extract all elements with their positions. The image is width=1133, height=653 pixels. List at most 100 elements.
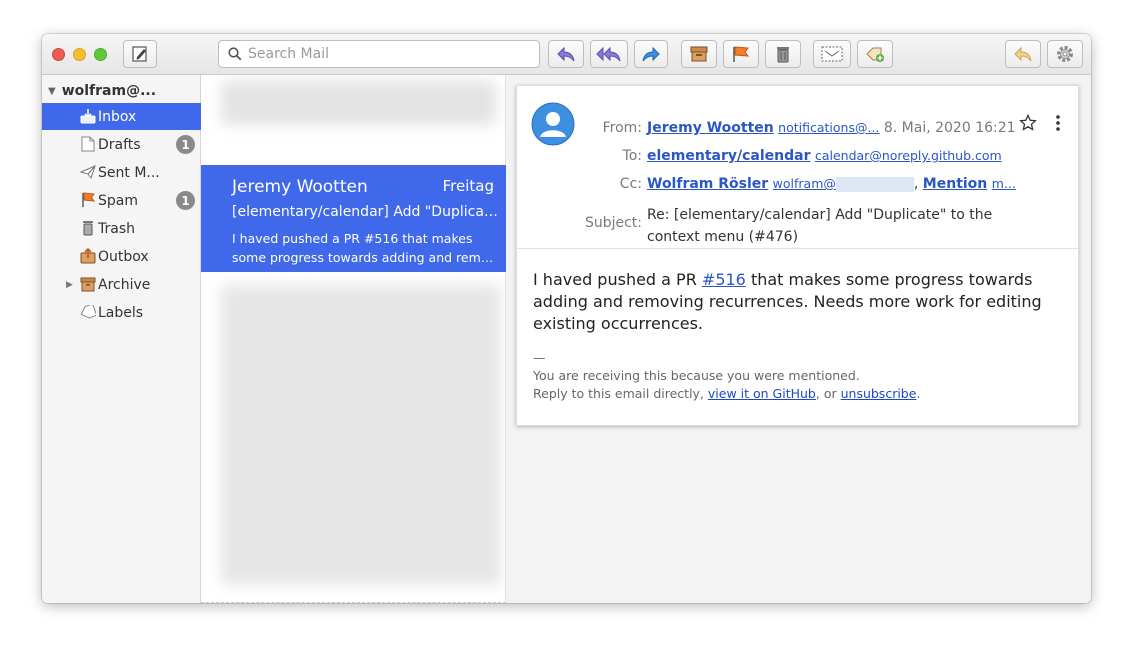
junk-button[interactable] — [723, 40, 759, 68]
settings-icon — [1057, 46, 1073, 62]
header-divider — [517, 248, 1078, 249]
view-on-github-link[interactable]: view it on GitHub — [708, 386, 816, 401]
conversation-date: Freitag — [442, 177, 494, 195]
to-label: To: — [622, 148, 642, 164]
folder-trash[interactable]: Trash — [42, 215, 201, 242]
folder-sent[interactable]: Sent M... — [42, 159, 201, 186]
cc-field: Wolfram Rösler wolfram@, Mention m... — [647, 176, 1016, 192]
preview-line: I haved pushed a PR #516 that makes — [232, 231, 473, 246]
more-options-icon[interactable] — [1053, 114, 1063, 132]
minimize-window-button[interactable] — [73, 48, 86, 61]
unsubscribe-link[interactable]: unsubscribe — [841, 386, 917, 401]
folder-label: Drafts — [98, 136, 141, 153]
sent-plane-icon — [80, 164, 96, 180]
sender-name-link[interactable]: Jeremy Wootten — [647, 120, 774, 136]
star-icon[interactable] — [1019, 114, 1037, 132]
subject-line: Re: [elementary/calendar] Add "Duplicate… — [647, 207, 993, 223]
to-field: elementary/calendar calendar@noreply.git… — [647, 148, 1002, 164]
add-label-button[interactable] — [857, 40, 893, 68]
spam-flag-icon — [80, 192, 96, 208]
conversation-list[interactable]: Jeremy Wootten Freitag [elementary/calen… — [201, 75, 506, 603]
outbox-icon — [80, 248, 96, 264]
cc-separator: , — [913, 176, 919, 192]
recipient-address-link[interactable]: calendar@noreply.github.com — [815, 148, 1002, 163]
forward-button[interactable] — [634, 40, 668, 68]
trash-icon — [80, 220, 96, 236]
compose-button[interactable] — [123, 40, 157, 68]
signature-text: , or — [815, 386, 841, 401]
signature-line: You are receiving this because you were … — [533, 368, 860, 383]
pr-link[interactable]: #516 — [702, 270, 746, 289]
draft-document-icon — [80, 136, 96, 152]
folder-drafts[interactable]: Drafts 1 — [42, 131, 201, 158]
folder-inbox[interactable]: Inbox — [42, 103, 201, 130]
reply-button[interactable] — [548, 40, 584, 68]
cc-label: Cc: — [619, 176, 642, 192]
reply-all-button[interactable] — [590, 40, 628, 68]
list-end-divider — [201, 602, 506, 603]
folder-labels[interactable]: Labels — [42, 299, 201, 326]
unread-count-badge: 1 — [176, 135, 195, 154]
move-button[interactable] — [813, 40, 851, 68]
conversation-sender: Jeremy Wootten — [232, 177, 368, 197]
folder-label: Labels — [98, 304, 144, 321]
cc-name2-link[interactable]: Mention — [923, 176, 987, 192]
signature-dash: — — [533, 350, 546, 365]
sender-address-link[interactable]: notifications@... — [778, 120, 879, 135]
signature-text: Reply to this email directly, — [533, 386, 708, 401]
compose-icon — [132, 46, 147, 62]
header-bar — [42, 34, 1091, 75]
folder-label: Outbox — [98, 248, 149, 265]
message-card: From: Jeremy Wootten notifications@... 8… — [516, 85, 1079, 426]
folder-spam[interactable]: Spam 1 — [42, 187, 201, 214]
cc-address-link[interactable]: wolfram@ — [773, 176, 836, 191]
folder-label: Inbox — [98, 108, 137, 125]
subject-label: Subject: — [584, 215, 642, 231]
tag-icon — [80, 304, 96, 320]
recipient-name-link[interactable]: elementary/calendar — [647, 148, 811, 164]
junk-flag-icon — [733, 46, 750, 62]
from-field: Jeremy Wootten notifications@... 8. Mai,… — [647, 120, 1016, 136]
folder-label: Spam — [98, 192, 138, 209]
signature-text: . — [916, 386, 921, 401]
trash-button[interactable] — [765, 40, 801, 68]
signature-line: Reply to this email directly, view it on… — [533, 385, 1063, 403]
undo-icon — [1014, 46, 1032, 62]
folder-sidebar: ▼ wolfram@... Inbox Drafts 1 Sent M... S… — [42, 75, 201, 603]
search-field[interactable] — [218, 40, 540, 68]
settings-button[interactable] — [1047, 40, 1083, 68]
message-viewer: From: Jeremy Wootten notifications@... 8… — [506, 75, 1091, 603]
search-input[interactable] — [248, 46, 518, 62]
cc-address2-link[interactable]: m... — [992, 176, 1016, 191]
archive-button[interactable] — [681, 40, 717, 68]
conversation-preview: I haved pushed a PR #516 that makes some… — [232, 229, 494, 267]
forward-icon — [642, 46, 660, 62]
folder-label: Sent M... — [98, 164, 160, 181]
inbox-icon — [80, 108, 96, 124]
folder-label: Archive — [98, 276, 151, 293]
reply-icon — [557, 46, 575, 62]
expand-arrow-icon[interactable]: ▶ — [66, 280, 73, 290]
body-text: I haved pushed a PR — [533, 270, 702, 289]
reply-all-icon — [596, 46, 621, 62]
message-date: 8. Mai, 2020 16:21 — [883, 120, 1016, 136]
folder-archive[interactable]: ▶ Archive — [42, 271, 201, 298]
conversation-item-selected[interactable]: Jeremy Wootten Freitag [elementary/calen… — [201, 165, 506, 272]
move-icon — [821, 46, 843, 62]
message-body: I haved pushed a PR #516 that makes some… — [533, 269, 1063, 335]
undo-button[interactable] — [1005, 40, 1041, 68]
cc-name-link[interactable]: Wolfram Rösler — [647, 176, 768, 192]
account-name: wolfram@... — [61, 83, 157, 99]
blurred-conversation — [221, 81, 496, 125]
maximize-window-button[interactable] — [94, 48, 107, 61]
account-row[interactable]: ▼ wolfram@... — [42, 79, 201, 103]
conversation-subject: [elementary/calendar] Add "Duplicat... — [232, 204, 500, 220]
close-window-button[interactable] — [52, 48, 65, 61]
subject-line: context menu (#476) — [647, 229, 799, 245]
trash-icon — [777, 47, 789, 63]
search-icon — [228, 47, 242, 61]
collapse-arrow-icon[interactable]: ▼ — [48, 86, 56, 97]
subject-field: Re: [elementary/calendar] Add "Duplicate… — [647, 204, 992, 248]
preview-line: some progress towards adding and remo... — [232, 250, 494, 265]
folder-outbox[interactable]: Outbox — [42, 243, 201, 270]
